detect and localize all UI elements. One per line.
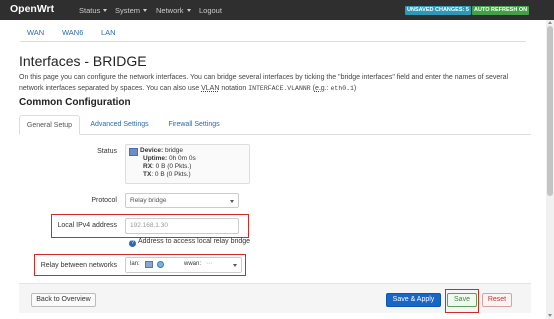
- unsaved-changes-badge[interactable]: UNSAVED CHANGES: 5: [405, 6, 471, 15]
- local-ipv4-label: Local IPv4 address: [57, 222, 117, 229]
- page-scrollbar[interactable]: [546, 20, 554, 319]
- local-ipv4-help: ? Address to access local relay bridge: [129, 238, 251, 247]
- scroll-up-icon[interactable]: [548, 21, 552, 24]
- eg-abbr: e.g.: [314, 85, 327, 92]
- scroll-down-icon[interactable]: [548, 314, 552, 317]
- menu-system[interactable]: System: [115, 6, 148, 15]
- top-navbar: OpenWrt Status System Network Logout UNS…: [0, 0, 554, 20]
- chevron-down-icon: [143, 9, 148, 12]
- chip-wwan[interactable]: wwan:: [184, 260, 201, 269]
- status-label: Status: [97, 148, 117, 155]
- chevron-down-icon: [230, 200, 234, 203]
- config-tabs: General Setup Advanced Settings Firewall…: [19, 115, 531, 135]
- page-title: Interfaces - BRIDGE: [19, 53, 147, 69]
- local-ipv4-input[interactable]: 192.168.1.30: [125, 218, 239, 234]
- subnav-lan[interactable]: LAN: [101, 28, 116, 37]
- vlan-abbr: VLAN: [201, 85, 220, 92]
- bridge-device-icon: [129, 148, 138, 156]
- chevron-down-icon: [186, 9, 191, 12]
- scrollbar-thumb[interactable]: [547, 26, 553, 196]
- chip-lan[interactable]: lan:: [130, 260, 140, 269]
- highlight-box-save: [445, 289, 479, 313]
- section-title: Common Configuration: [19, 97, 131, 108]
- more-icon: ⋯: [206, 261, 212, 267]
- subnav-wan6[interactable]: WAN6: [62, 28, 83, 37]
- chevron-down-icon: [233, 264, 237, 267]
- tab-advanced-settings[interactable]: Advanced Settings: [82, 115, 157, 135]
- code-interface-vlannr: INTERFACE.VLANNR: [248, 85, 311, 92]
- tab-firewall-settings[interactable]: Firewall Settings: [159, 115, 229, 135]
- code-eth0-1: eth0.1: [330, 85, 354, 92]
- wireless-icon: [157, 261, 164, 268]
- menu-network[interactable]: Network: [156, 6, 191, 15]
- reset-button[interactable]: Reset: [482, 293, 512, 307]
- protocol-label: Protocol: [91, 197, 117, 204]
- chevron-down-icon: [103, 9, 108, 12]
- page-description: On this page you can configure the netwo…: [19, 74, 509, 92]
- brand-logo[interactable]: OpenWrt: [10, 3, 54, 15]
- menu-logout[interactable]: Logout: [199, 6, 222, 15]
- relay-networks-select[interactable]: lan: wwan: ⋯: [125, 257, 242, 273]
- tab-general-setup[interactable]: General Setup: [19, 115, 80, 135]
- save-apply-button[interactable]: Save & Apply: [386, 293, 441, 307]
- subnav-wan[interactable]: WAN: [27, 28, 44, 37]
- interface-subnav: WAN WAN6 LAN: [20, 26, 526, 42]
- auto-refresh-badge[interactable]: AUTO REFRESH ON: [472, 6, 530, 15]
- help-icon: ?: [129, 240, 136, 247]
- network-port-icon: [145, 261, 153, 268]
- back-to-overview-button[interactable]: Back to Overview: [31, 293, 96, 307]
- menu-status[interactable]: Status: [79, 6, 108, 15]
- relay-networks-label: Relay between networks: [40, 262, 117, 269]
- protocol-select[interactable]: Relay bridge: [125, 193, 239, 208]
- status-box: Device: bridge Uptime: 0h 0m 0s RX: 0 B …: [125, 144, 250, 184]
